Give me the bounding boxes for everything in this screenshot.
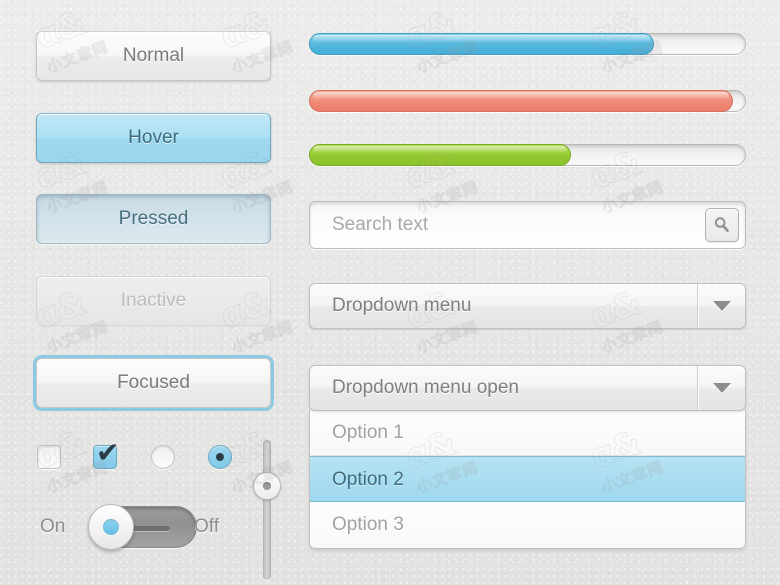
button-hover-label: Hover xyxy=(128,127,179,148)
button-pressed-label: Pressed xyxy=(118,208,189,229)
dropdown-closed-arrow-button[interactable] xyxy=(697,284,745,328)
progress-bar-blue xyxy=(309,33,746,55)
button-focused-label: Focused xyxy=(117,372,190,393)
button-focused[interactable]: Focused xyxy=(36,358,271,408)
dropdown-option-2[interactable]: Option 2 xyxy=(310,456,745,502)
dropdown-closed-label: Dropdown menu xyxy=(332,295,472,316)
progress-bar-red xyxy=(309,90,746,112)
vertical-slider-knob[interactable] xyxy=(253,472,281,500)
toggle-switch[interactable] xyxy=(88,504,197,550)
dropdown-option-1[interactable]: Option 1 xyxy=(310,410,745,456)
button-inactive-label: Inactive xyxy=(120,290,187,311)
toggle-dash-icon xyxy=(132,526,170,531)
dropdown-open-label: Dropdown menu open xyxy=(332,377,519,398)
button-hover[interactable]: Hover xyxy=(36,113,271,163)
dropdown-closed[interactable]: Dropdown menu xyxy=(309,283,746,329)
progress-fill-blue xyxy=(309,33,655,55)
toggle-on-label: On xyxy=(40,516,66,537)
radio-dot-icon xyxy=(216,453,224,461)
button-normal[interactable]: Normal xyxy=(36,31,271,81)
search-button[interactable] xyxy=(705,208,739,242)
checkbox-checked[interactable]: ✔ xyxy=(93,439,119,469)
button-inactive: Inactive xyxy=(36,276,271,326)
radio-unselected[interactable] xyxy=(151,445,175,469)
search-field[interactable] xyxy=(309,201,746,249)
dropdown-option-list: Option 1 Option 2 Option 3 xyxy=(309,410,746,549)
slider-knob-dot-icon xyxy=(263,482,271,490)
radio-selected[interactable] xyxy=(208,445,232,469)
progress-fill-red xyxy=(309,90,733,112)
vertical-slider-track[interactable] xyxy=(253,440,281,580)
checkbox-unchecked[interactable] xyxy=(37,445,61,469)
chevron-down-icon xyxy=(712,383,731,393)
dropdown-option-3[interactable]: Option 3 xyxy=(310,502,745,548)
button-pressed[interactable]: Pressed xyxy=(36,194,271,244)
button-normal-label: Normal xyxy=(122,45,185,66)
toggle-knob[interactable] xyxy=(88,504,134,550)
dropdown-open-arrow-button[interactable] xyxy=(697,366,745,410)
checkmark-icon: ✔ xyxy=(96,436,120,469)
search-icon xyxy=(714,217,729,232)
progress-fill-green xyxy=(309,144,572,166)
dropdown-open[interactable]: Dropdown menu open xyxy=(309,365,746,411)
toggle-off-label: Off xyxy=(194,516,219,537)
progress-bar-green xyxy=(309,144,746,166)
ui-kit-canvas: Normal Hover Pressed Inactive Focused Dr… xyxy=(0,0,780,585)
chevron-down-icon xyxy=(712,301,731,311)
toggle-knob-dot-icon xyxy=(103,519,119,535)
search-input[interactable] xyxy=(332,202,692,248)
